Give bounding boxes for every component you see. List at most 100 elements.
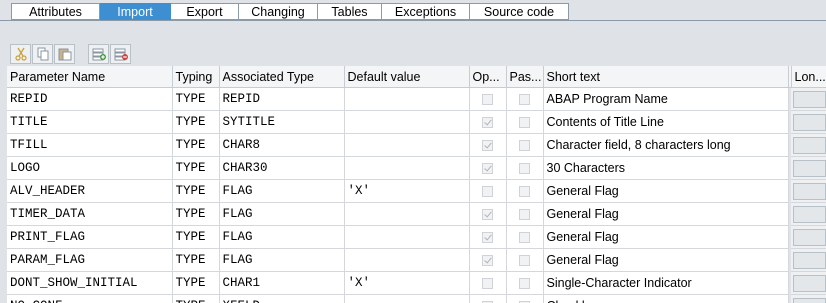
tab-export[interactable]: Export [171,3,239,20]
short-text-cell[interactable]: Checkbox [543,294,789,303]
col-header-optional[interactable]: Op... [469,66,507,88]
long-text-button[interactable] [793,274,825,292]
long-text-button[interactable] [793,113,825,131]
pass-value-checkbox[interactable] [519,186,530,198]
long-text-button[interactable] [793,136,825,154]
tab-tables[interactable]: Tables [318,3,382,20]
optional-checkbox[interactable] [482,232,493,244]
short-text-cell[interactable]: General Flag [543,202,789,226]
parameter-name-cell[interactable]: PARAM_FLAG [7,248,173,272]
associated-type-cell[interactable]: SYTITLE [219,110,345,134]
long-text-button[interactable] [793,90,825,108]
tab-attributes[interactable]: Attributes [11,3,100,20]
col-header-default-value[interactable]: Default value [344,66,470,88]
short-text-cell[interactable]: General Flag [543,179,789,203]
pass-value-checkbox[interactable] [519,209,530,221]
default-value-cell[interactable] [344,202,470,226]
associated-type-cell[interactable]: REPID [219,87,345,111]
optional-checkbox[interactable] [482,163,493,175]
optional-checkbox[interactable] [482,186,493,198]
default-value-cell[interactable] [344,110,470,134]
long-text-button[interactable] [793,297,825,303]
associated-type-cell[interactable]: CHAR1 [219,271,345,295]
tab-exceptions[interactable]: Exceptions [382,3,470,20]
parameter-name-cell[interactable]: REPID [7,87,173,111]
default-value-cell[interactable] [344,294,470,303]
paste-button[interactable] [54,43,75,64]
tab-import[interactable]: Import [100,3,171,20]
typing-cell[interactable]: TYPE [172,156,220,180]
typing-cell[interactable]: TYPE [172,271,220,295]
delete-row-button[interactable] [110,43,131,64]
tab-changing[interactable]: Changing [239,3,318,20]
default-value-cell[interactable] [344,225,470,249]
optional-checkbox[interactable] [482,209,493,221]
default-value-cell[interactable] [344,156,470,180]
default-value-cell[interactable] [344,87,470,111]
table-row: PRINT_FLAG TYPE FLAG General Flag [7,225,826,249]
associated-type-cell[interactable]: CHAR8 [219,133,345,157]
associated-type-cell[interactable]: FLAG [219,202,345,226]
default-value-cell[interactable] [344,133,470,157]
optional-checkbox[interactable] [482,94,493,106]
typing-cell[interactable]: TYPE [172,110,220,134]
typing-cell[interactable]: TYPE [172,248,220,272]
optional-checkbox[interactable] [482,278,493,290]
long-text-button[interactable] [793,228,825,246]
short-text-cell[interactable]: Single-Character Indicator [543,271,789,295]
optional-checkbox[interactable] [482,117,493,129]
optional-checkbox[interactable] [482,255,493,267]
copy-button[interactable] [32,43,53,64]
pass-value-checkbox[interactable] [519,140,530,152]
pass-value-checkbox[interactable] [519,163,530,175]
col-header-pass-value[interactable]: Pas... [506,66,544,88]
optional-checkbox[interactable] [482,140,493,152]
col-header-short-text[interactable]: Short text [543,66,789,88]
long-text-button[interactable] [793,205,825,223]
col-header-associated-type[interactable]: Associated Type [219,66,345,88]
pass-value-checkbox[interactable] [519,255,530,267]
long-text-cell [791,156,826,180]
typing-cell[interactable]: TYPE [172,133,220,157]
short-text-cell[interactable]: General Flag [543,225,789,249]
col-header-parameter-name[interactable]: Parameter Name [7,66,173,88]
short-text-cell[interactable]: Contents of Title Line [543,110,789,134]
parameter-name-cell[interactable]: NO_CONF [7,294,173,303]
long-text-button[interactable] [793,182,825,200]
parameter-name-cell[interactable]: TIMER_DATA [7,202,173,226]
default-value-cell[interactable] [344,248,470,272]
default-value-cell[interactable]: 'X' [344,179,470,203]
col-header-typing[interactable]: Typing [172,66,220,88]
associated-type-cell[interactable]: FLAG [219,225,345,249]
insert-row-button[interactable] [88,43,109,64]
associated-type-cell[interactable]: FLAG [219,179,345,203]
short-text-cell[interactable]: General Flag [543,248,789,272]
col-header-long-text[interactable]: Lon... [791,66,826,88]
long-text-button[interactable] [793,251,825,269]
typing-cell[interactable]: TYPE [172,294,220,303]
typing-cell[interactable]: TYPE [172,225,220,249]
cut-button[interactable] [10,43,31,64]
pass-value-checkbox[interactable] [519,94,530,106]
pass-value-checkbox[interactable] [519,278,530,290]
associated-type-cell[interactable]: FLAG [219,248,345,272]
parameter-name-cell[interactable]: ALV_HEADER [7,179,173,203]
parameter-name-cell[interactable]: PRINT_FLAG [7,225,173,249]
typing-cell[interactable]: TYPE [172,87,220,111]
short-text-cell[interactable]: ABAP Program Name [543,87,789,111]
typing-cell[interactable]: TYPE [172,179,220,203]
parameter-name-cell[interactable]: DONT_SHOW_INITIAL [7,271,173,295]
long-text-button[interactable] [793,159,825,177]
associated-type-cell[interactable]: XFELD [219,294,345,303]
typing-cell[interactable]: TYPE [172,202,220,226]
tab-source-code[interactable]: Source code [470,3,569,20]
default-value-cell[interactable]: 'X' [344,271,470,295]
pass-value-checkbox[interactable] [519,232,530,244]
short-text-cell[interactable]: Character field, 8 characters long [543,133,789,157]
pass-value-checkbox[interactable] [519,117,530,129]
parameter-name-cell[interactable]: TFILL [7,133,173,157]
short-text-cell[interactable]: 30 Characters [543,156,789,180]
parameter-name-cell[interactable]: TITLE [7,110,173,134]
associated-type-cell[interactable]: CHAR30 [219,156,345,180]
parameter-name-cell[interactable]: LOGO [7,156,173,180]
